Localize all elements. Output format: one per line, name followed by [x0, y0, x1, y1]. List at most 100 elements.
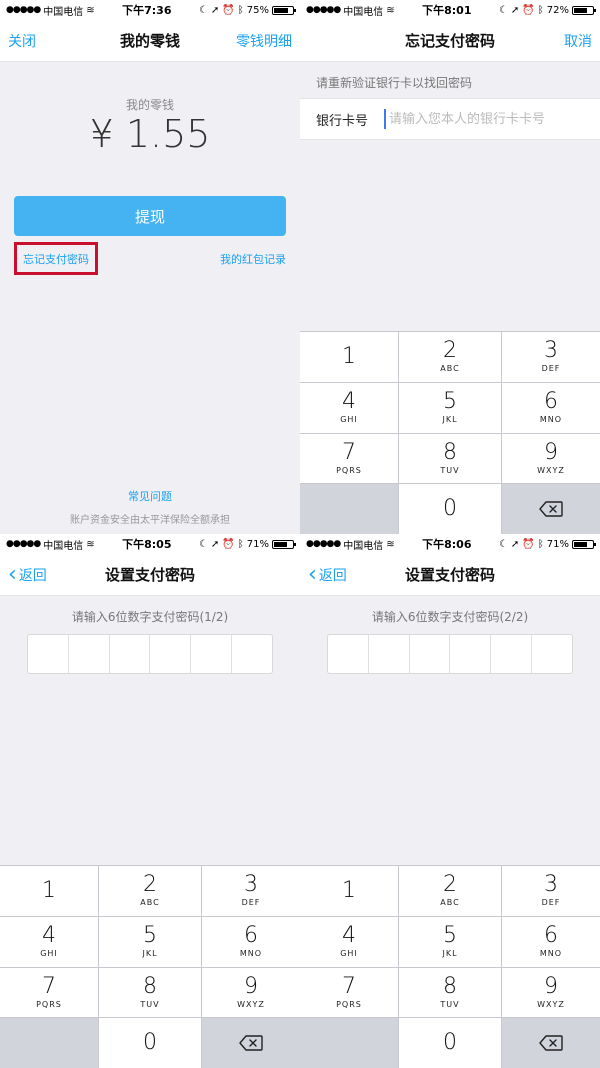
keypad-key-4[interactable]: 4 GHI	[0, 916, 98, 967]
key-digit: 0	[443, 1030, 457, 1056]
keypad-key-4[interactable]: 4 GHI	[300, 382, 398, 433]
keypad-key-3[interactable]: 3 DEF	[502, 866, 600, 916]
battery-percent: 75%	[246, 4, 269, 16]
battery-icon	[571, 539, 596, 549]
password-digit-cell	[191, 635, 233, 673]
key-letters: MNO	[239, 949, 263, 959]
back-label: 返回	[18, 568, 47, 584]
red-packet-records-link[interactable]: 我的红包记录	[220, 251, 286, 267]
keypad-key-1[interactable]: 1	[300, 332, 398, 382]
alarm-icon: ⏰	[522, 4, 535, 16]
back-button[interactable]: ‹ 返回	[308, 554, 347, 596]
moon-icon: ☾	[198, 538, 208, 550]
key-letters: TUV	[140, 999, 160, 1009]
key-digit: 9	[244, 973, 258, 999]
key-letters: GHI	[340, 949, 358, 959]
key-letters: WXYZ	[237, 999, 265, 1009]
bank-card-input[interactable]	[384, 109, 600, 129]
keypad-key-3[interactable]: 3 DEF	[502, 332, 600, 382]
key-letters: PQRS	[36, 999, 62, 1009]
status-time: 下午8:01	[422, 4, 472, 17]
key-letters: ABC	[140, 898, 160, 908]
carrier-label: 中国电信	[343, 6, 384, 18]
key-letters: JKL	[142, 949, 158, 959]
set-password-screen-step1: ●●●●● 中国电信 ≋ 下午8:05 ☾ ➚ ⏰ ᛒ 71% ‹ 返回 设置支…	[0, 534, 300, 1068]
password-input[interactable]	[27, 634, 273, 674]
status-bar: ●●●●● 中国电信 ≋ 下午8:06 ☾ ➚ ⏰ ᛒ 71%	[300, 534, 600, 554]
withdraw-button[interactable]: 提现	[14, 196, 286, 236]
key-digit: 1	[42, 877, 56, 903]
page-title: 我的零钱	[119, 32, 180, 50]
keypad-key-0[interactable]: 0	[399, 1018, 501, 1068]
keypad-key-8[interactable]: 8 TUV	[399, 967, 501, 1018]
numeric-keypad: 1 2 ABC 3 DEF 4 GHI 5 JKL 6 MNO 7 PQRS 8 TUV 9 WXYZ 0	[300, 865, 600, 1068]
keypad-key-9[interactable]: 9 WXYZ	[202, 967, 300, 1018]
keypad-key-8[interactable]: 8 TUV	[399, 433, 501, 484]
keypad-key-4[interactable]: 4 GHI	[300, 916, 398, 967]
key-digit: 5	[143, 923, 157, 949]
password-input[interactable]	[327, 634, 573, 674]
keypad-key-3[interactable]: 3 DEF	[202, 866, 300, 916]
cancel-button[interactable]: 取消	[564, 20, 592, 62]
keypad-key-2[interactable]: 2 ABC	[399, 866, 501, 916]
keypad-key-8[interactable]: 8 TUV	[99, 967, 201, 1018]
bank-card-label: 银行卡号	[316, 113, 369, 129]
nav-bar: 忘记支付密码 取消	[300, 20, 600, 62]
battery-percent: 71%	[546, 538, 569, 550]
keypad-key-9[interactable]: 9 WXYZ	[502, 433, 600, 484]
keypad-blank-key	[0, 1018, 98, 1068]
keypad-key-6[interactable]: 6 MNO	[502, 382, 600, 433]
key-digit: 8	[443, 973, 457, 999]
balance-detail-link[interactable]: 零钱明细	[236, 20, 292, 62]
key-digit: 1	[342, 877, 356, 903]
keypad-key-1[interactable]: 1	[300, 866, 398, 916]
page-title: 忘记支付密码	[404, 32, 495, 50]
keypad-backspace-key[interactable]	[202, 1018, 300, 1068]
keypad-key-2[interactable]: 2 ABC	[399, 332, 501, 382]
backspace-icon	[539, 1035, 563, 1051]
keypad-key-6[interactable]: 6 MNO	[502, 916, 600, 967]
forgot-password-link[interactable]: 忘记支付密码	[14, 242, 98, 275]
keypad-key-2[interactable]: 2 ABC	[99, 866, 201, 916]
keypad-key-6[interactable]: 6 MNO	[202, 916, 300, 967]
keypad-key-1[interactable]: 1	[0, 866, 98, 916]
key-digit: 3	[244, 872, 258, 898]
page-title: 设置支付密码	[104, 566, 195, 584]
keypad-key-9[interactable]: 9 WXYZ	[502, 967, 600, 1018]
keypad-key-7[interactable]: 7 PQRS	[0, 967, 98, 1018]
keypad-key-7[interactable]: 7 PQRS	[300, 967, 398, 1018]
moon-icon: ☾	[198, 4, 208, 16]
screenshot-grid: ●●●●● 中国电信 ≋ 下午7:36 ☾ ➚ ⏰ ᛒ 75% 关闭 我的零钱 …	[0, 0, 600, 1068]
password-digit-cell	[410, 635, 451, 673]
close-button[interactable]: 关闭	[8, 20, 36, 62]
keypad-backspace-key[interactable]	[502, 484, 600, 534]
location-icon: ➚	[210, 4, 220, 16]
keypad-key-5[interactable]: 5 JKL	[399, 916, 501, 967]
keypad-key-0[interactable]: 0	[399, 484, 501, 534]
faq-link[interactable]: 常见问题	[0, 488, 300, 504]
password-digit-cell	[69, 635, 110, 673]
location-icon: ➚	[510, 538, 520, 550]
password-digit-cell	[232, 635, 272, 673]
key-letters: GHI	[340, 415, 358, 425]
key-digit: 3	[544, 338, 558, 364]
key-digit: 8	[143, 973, 157, 999]
key-digit: 7	[342, 439, 356, 465]
battery-percent: 71%	[246, 538, 269, 550]
key-digit: 9	[544, 439, 558, 465]
keypad-key-7[interactable]: 7 PQRS	[300, 433, 398, 484]
keypad-key-0[interactable]: 0	[99, 1018, 201, 1068]
keypad-backspace-key[interactable]	[502, 1018, 600, 1068]
keypad-key-5[interactable]: 5 JKL	[399, 382, 501, 433]
keypad-blank-key	[300, 1018, 398, 1068]
safety-notice: 账户资金安全由太平洋保险全额承担	[70, 515, 230, 526]
nav-bar: ‹ 返回 设置支付密码	[0, 554, 300, 596]
battery-percent: 72%	[546, 4, 569, 16]
back-button[interactable]: ‹ 返回	[8, 554, 47, 596]
key-letters: PQRS	[336, 465, 362, 475]
signal-icon: ●●●●●	[6, 539, 41, 549]
keypad-key-5[interactable]: 5 JKL	[99, 916, 201, 967]
key-letters: WXYZ	[537, 999, 565, 1009]
signal-icon: ●●●●●	[306, 5, 341, 15]
wifi-icon: ≋	[386, 4, 395, 16]
